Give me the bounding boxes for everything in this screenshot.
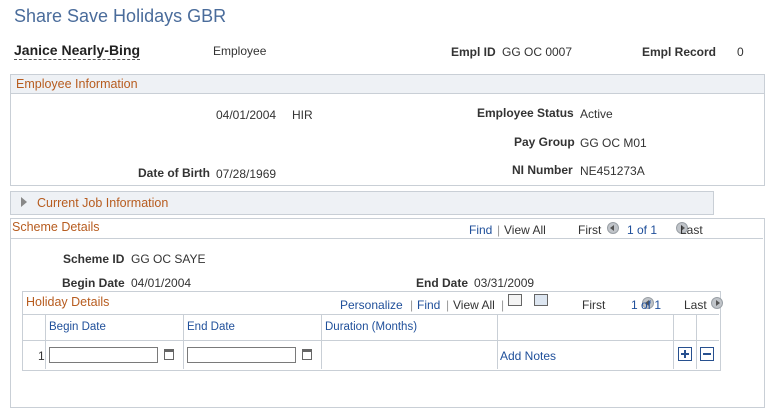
empl-id-label: Empl ID <box>451 45 496 59</box>
expand-triangle-icon <box>21 197 27 207</box>
row-number: 1 <box>38 349 45 363</box>
grid-title-divider <box>23 314 719 315</box>
end-date-value: 03/31/2009 <box>474 276 535 290</box>
holiday-details-header: Holiday Details <box>26 295 110 309</box>
column-divider <box>497 315 498 369</box>
employee-name: Janice Nearly-Bing <box>14 42 141 60</box>
begin-date-input[interactable] <box>49 347 158 363</box>
employee-status-label: Employee Status <box>477 106 574 120</box>
begin-date-label: Begin Date <box>62 276 125 290</box>
end-date-label: End Date <box>416 276 469 290</box>
scheme-view-all[interactable]: View All <box>504 223 546 237</box>
column-divider <box>321 315 322 369</box>
pay-group-value: GG OC M01 <box>580 136 647 150</box>
scheme-details-header: Scheme Details <box>12 220 100 234</box>
column-divider <box>45 315 46 369</box>
spreadsheet-download-icon[interactable] <box>534 294 548 306</box>
add-notes-link[interactable]: Add Notes <box>500 349 556 363</box>
date-of-birth-value: 07/28/1969 <box>216 167 277 181</box>
holiday-first-label: First <box>582 298 606 312</box>
ni-number-value: NE451273A <box>580 164 645 178</box>
scheme-id-value: GG OC SAYE <box>131 252 206 266</box>
scheme-id-label: Scheme ID <box>63 252 125 266</box>
page-title: Share Save Holidays GBR <box>14 6 227 26</box>
scheme-first-label: First <box>578 223 602 237</box>
hire-date-value: 04/01/2004 <box>216 108 277 122</box>
grid-header-divider <box>23 340 719 341</box>
calendar-icon[interactable] <box>164 349 174 360</box>
holiday-next-icon[interactable] <box>711 297 724 309</box>
empl-record-label: Empl Record <box>642 45 717 59</box>
end-date-input[interactable] <box>187 347 296 363</box>
column-divider <box>696 315 697 369</box>
holiday-last-label: Last <box>684 298 707 312</box>
separator: | <box>446 298 450 312</box>
column-divider <box>183 315 184 369</box>
grid-view-icon[interactable] <box>508 294 522 306</box>
calendar-icon[interactable] <box>302 349 312 360</box>
pay-group-label: Pay Group <box>514 135 575 149</box>
holiday-row-count: 1 of 1 <box>631 298 662 312</box>
holiday-view-all[interactable]: View All <box>453 298 495 312</box>
column-header-duration[interactable]: Duration (Months) <box>325 321 417 333</box>
empl-id-value: GG OC 0007 <box>502 45 573 59</box>
scheme-header-divider <box>11 238 763 239</box>
column-header-begin-date[interactable]: Begin Date <box>49 321 106 333</box>
current-job-information-toggle[interactable]: Current Job Information <box>10 191 714 215</box>
scheme-prev-icon[interactable] <box>607 222 619 234</box>
minus-icon[interactable] <box>700 347 714 361</box>
employee-type: Employee <box>213 44 267 58</box>
begin-date-value: 04/01/2004 <box>131 276 192 290</box>
holiday-find-link[interactable]: Find <box>417 298 440 312</box>
column-divider <box>673 315 674 369</box>
date-of-birth-label: Date of Birth <box>138 166 210 180</box>
scheme-find-link[interactable]: Find <box>469 223 492 237</box>
scheme-last-label: Last <box>680 223 703 237</box>
action-value: HIR <box>292 108 313 122</box>
current-job-information-label: Current Job Information <box>37 196 169 210</box>
employee-status-value: Active <box>580 107 613 121</box>
separator: | <box>410 298 414 312</box>
employee-information-box: Employee Information <box>10 74 765 186</box>
separator: | <box>501 298 505 312</box>
scheme-row-count: 1 of 1 <box>627 223 658 237</box>
ni-number-label: NI Number <box>512 163 573 177</box>
empl-record-value: 0 <box>737 45 744 59</box>
personalize-link[interactable]: Personalize <box>340 298 403 312</box>
employee-information-header: Employee Information <box>11 75 764 94</box>
column-header-end-date[interactable]: End Date <box>187 321 235 333</box>
plus-icon[interactable] <box>678 347 692 361</box>
separator: | <box>497 223 501 237</box>
